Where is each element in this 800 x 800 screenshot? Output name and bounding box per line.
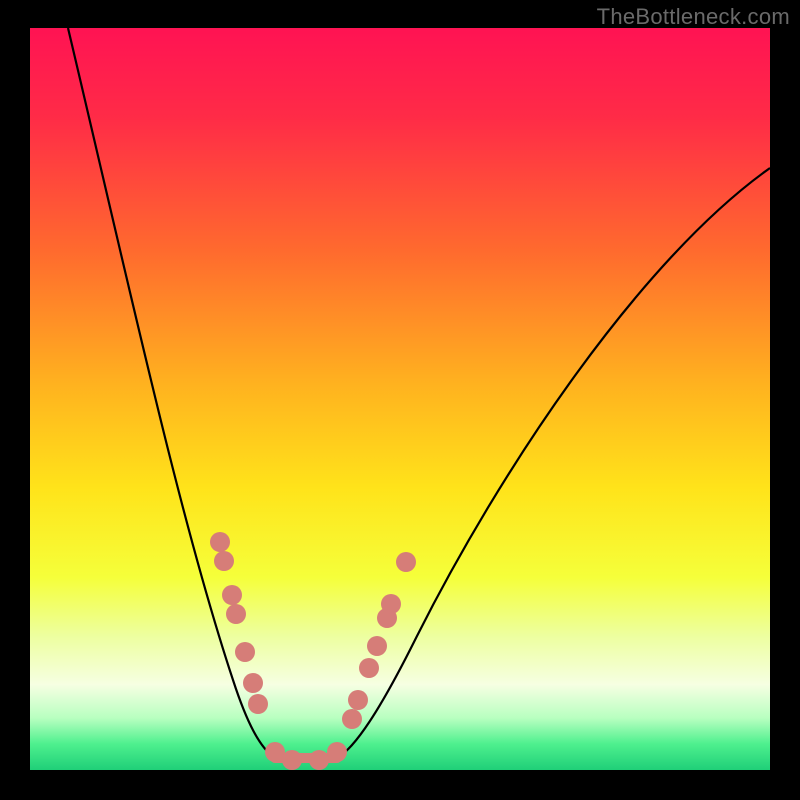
data-marker: [214, 551, 234, 571]
data-marker: [265, 742, 285, 762]
data-marker: [222, 585, 242, 605]
data-marker: [327, 742, 347, 762]
data-marker: [342, 709, 362, 729]
data-marker: [210, 532, 230, 552]
data-marker: [359, 658, 379, 678]
data-marker: [248, 694, 268, 714]
gradient-background: [30, 28, 770, 770]
data-marker: [396, 552, 416, 572]
data-marker: [367, 636, 387, 656]
chart-svg: [0, 0, 800, 800]
data-marker: [243, 673, 263, 693]
data-marker: [235, 642, 255, 662]
data-marker: [282, 750, 302, 770]
data-marker: [348, 690, 368, 710]
data-marker: [226, 604, 246, 624]
data-marker: [381, 594, 401, 614]
data-marker: [309, 750, 329, 770]
chart-canvas: TheBottleneck.com: [0, 0, 800, 800]
watermark-text: TheBottleneck.com: [597, 4, 790, 30]
